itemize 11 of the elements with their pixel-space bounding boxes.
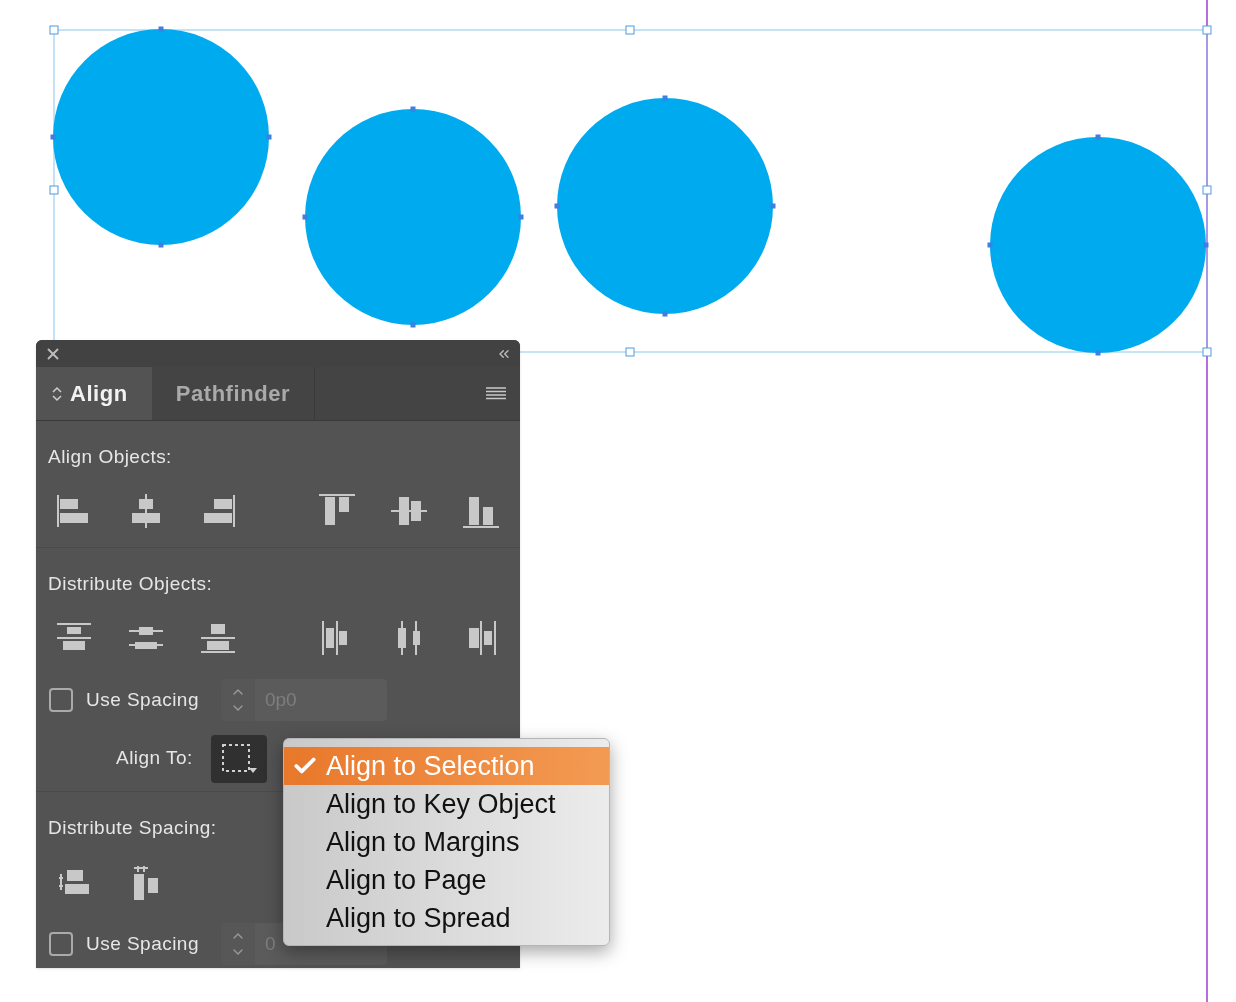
menu-item-label: Align to Key Object	[326, 787, 556, 821]
checkbox-label: Use Spacing	[86, 687, 199, 712]
align-to-label: Align To:	[116, 746, 193, 771]
section-title: Align Objects:	[47, 445, 173, 469]
section-title: Distribute Spacing:	[47, 816, 218, 840]
menu-item-label: Align to Selection	[326, 749, 535, 783]
menu-item-label: Align to Spread	[326, 901, 511, 935]
section-title: Distribute Objects:	[47, 572, 214, 596]
menu-item-label: Align to Margins	[326, 825, 520, 859]
menu-item-label: Align to Page	[326, 863, 487, 897]
checkbox-label: Use Spacing	[86, 931, 199, 956]
